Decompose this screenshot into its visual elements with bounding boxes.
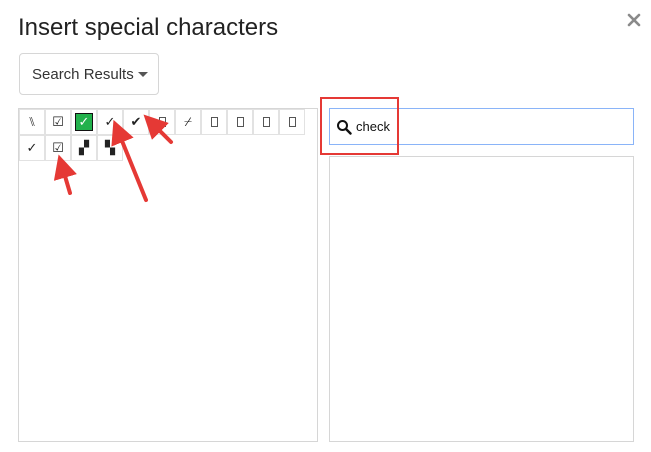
character-cell[interactable]: ✔ bbox=[123, 109, 149, 135]
character-cell[interactable] bbox=[253, 109, 279, 135]
character-glyph: ▞ bbox=[79, 140, 89, 156]
character-cell[interactable] bbox=[201, 109, 227, 135]
character-glyph: ✓ bbox=[75, 113, 93, 131]
missing-glyph-box bbox=[210, 117, 218, 127]
character-preview-panel bbox=[329, 156, 634, 442]
character-glyph: ✔ bbox=[130, 114, 142, 130]
dialog-title: Insert special characters bbox=[18, 14, 279, 41]
character-cell[interactable] bbox=[279, 109, 305, 135]
character-cell[interactable] bbox=[149, 109, 175, 135]
character-cell[interactable]: ✓ bbox=[71, 109, 97, 135]
category-dropdown-label: Search Results bbox=[32, 65, 134, 83]
character-cell[interactable]: ⑊ bbox=[19, 109, 45, 135]
character-glyph: ☑ bbox=[52, 140, 64, 156]
chevron-down-icon bbox=[138, 72, 148, 77]
character-cell[interactable]: ▞ bbox=[71, 135, 97, 161]
missing-glyph-box bbox=[262, 117, 270, 127]
character-cell[interactable]: ▚ bbox=[97, 135, 123, 161]
character-cell[interactable]: ☑ bbox=[45, 135, 71, 161]
character-grid: ⑊ ☑ ✓ ✓ ✔ ⌿ ✓ ☑ ▞ ▚ bbox=[18, 108, 318, 442]
missing-glyph-box bbox=[236, 117, 244, 127]
character-glyph: ⌿ bbox=[184, 114, 192, 130]
category-dropdown[interactable]: Search Results bbox=[19, 53, 159, 95]
character-cell[interactable] bbox=[227, 109, 253, 135]
character-cell[interactable]: ✓ bbox=[97, 109, 123, 135]
missing-glyph-box bbox=[288, 117, 296, 127]
character-glyph: ☑ bbox=[52, 114, 64, 130]
missing-glyph-box bbox=[158, 117, 166, 127]
character-cell[interactable]: ✓ bbox=[19, 135, 45, 161]
character-cell[interactable]: ☑ bbox=[45, 109, 71, 135]
close-button[interactable] bbox=[624, 10, 644, 30]
character-glyph: ✓ bbox=[104, 114, 116, 130]
close-icon[interactable] bbox=[624, 10, 644, 30]
character-glyph: ✓ bbox=[26, 140, 38, 156]
character-glyph: ▚ bbox=[105, 140, 115, 156]
character-glyph: ⑊ bbox=[28, 114, 36, 130]
character-cell[interactable]: ⌿ bbox=[175, 109, 201, 135]
annotation-highlight-box bbox=[320, 97, 399, 155]
